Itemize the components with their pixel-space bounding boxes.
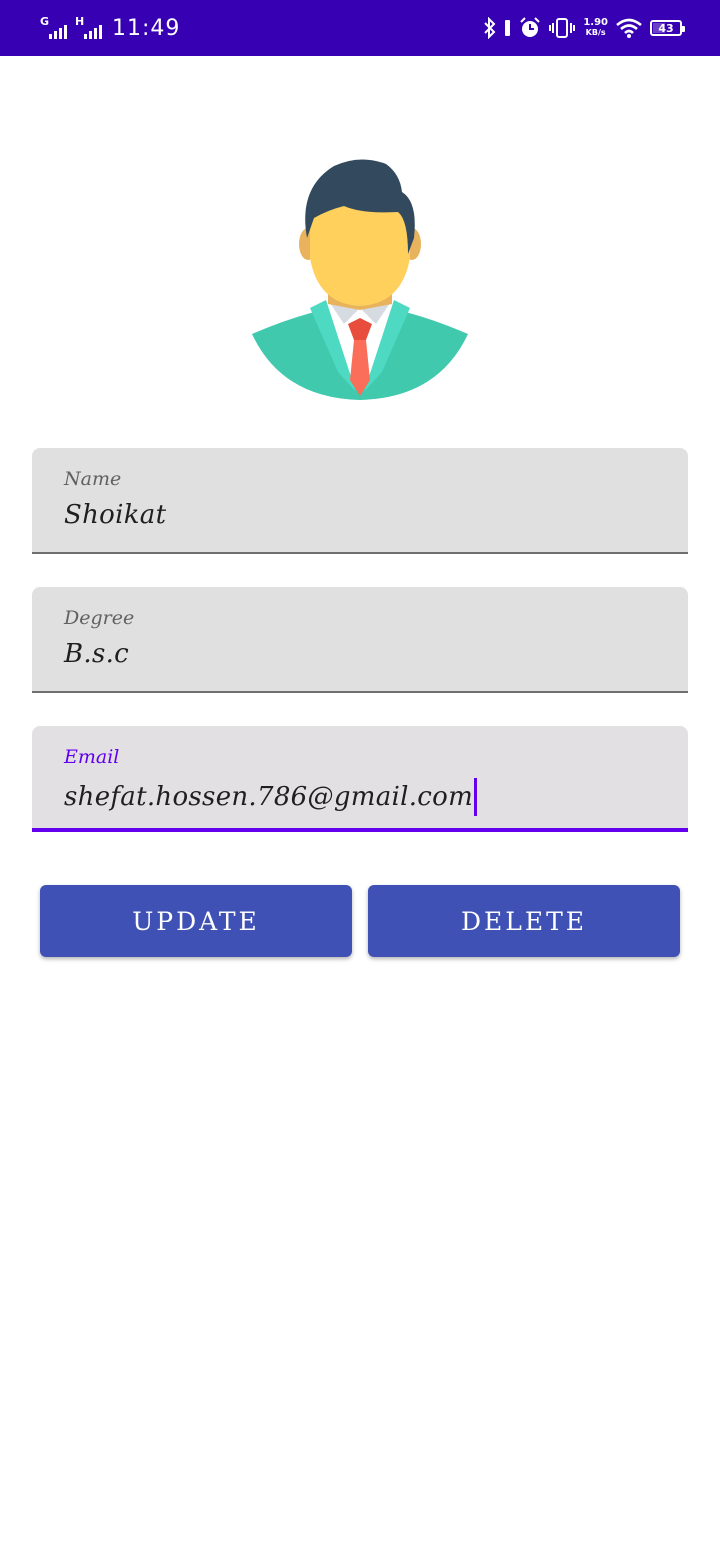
- delete-button[interactable]: DELETE: [368, 885, 680, 957]
- network-speed: 1.90 KB/s: [583, 18, 608, 38]
- update-button[interactable]: UPDATE: [40, 885, 352, 957]
- name-field-value: Shoikat: [64, 500, 167, 530]
- network-speed-unit: KB/s: [585, 28, 606, 37]
- degree-field-value: B.s.c: [64, 639, 130, 669]
- wifi-icon: [616, 18, 642, 38]
- email-field-value: shefat.hossen.786@gmail.com: [64, 782, 474, 812]
- name-field[interactable]: Name Shoikat: [32, 448, 688, 554]
- bluetooth-icon: [484, 17, 496, 39]
- status-right: 1.90 KB/s 43: [483, 14, 685, 42]
- text-cursor: [474, 778, 478, 816]
- degree-field[interactable]: Degree B.s.c: [32, 587, 688, 693]
- battery-level: 43: [658, 21, 674, 35]
- clock: 11:49: [112, 15, 181, 41]
- signal-1-icon: G: [40, 15, 67, 39]
- network-type-2: H: [75, 15, 85, 28]
- vibrate-indicator-icon: [505, 20, 511, 36]
- vibrate-icon: [549, 18, 576, 38]
- battery-icon: 43: [650, 20, 685, 36]
- network-type-1: G: [40, 15, 50, 28]
- user-avatar-icon: [252, 159, 468, 400]
- name-field-label: Name: [64, 468, 122, 490]
- alarm-icon: [520, 17, 541, 37]
- network-speed-value: 1.90: [583, 17, 608, 28]
- status-left: G H 11:49: [40, 14, 180, 42]
- email-field-label: Email: [64, 746, 120, 768]
- status-bar: G H 11:49 1.90 KB/s 43: [0, 0, 720, 56]
- degree-field-label: Degree: [64, 607, 135, 629]
- email-field[interactable]: Email shefat.hossen.786@gmail.com: [32, 726, 688, 832]
- email-field-value-wrap: shefat.hossen.786@gmail.com: [64, 778, 478, 816]
- signal-2-icon: H: [75, 15, 102, 39]
